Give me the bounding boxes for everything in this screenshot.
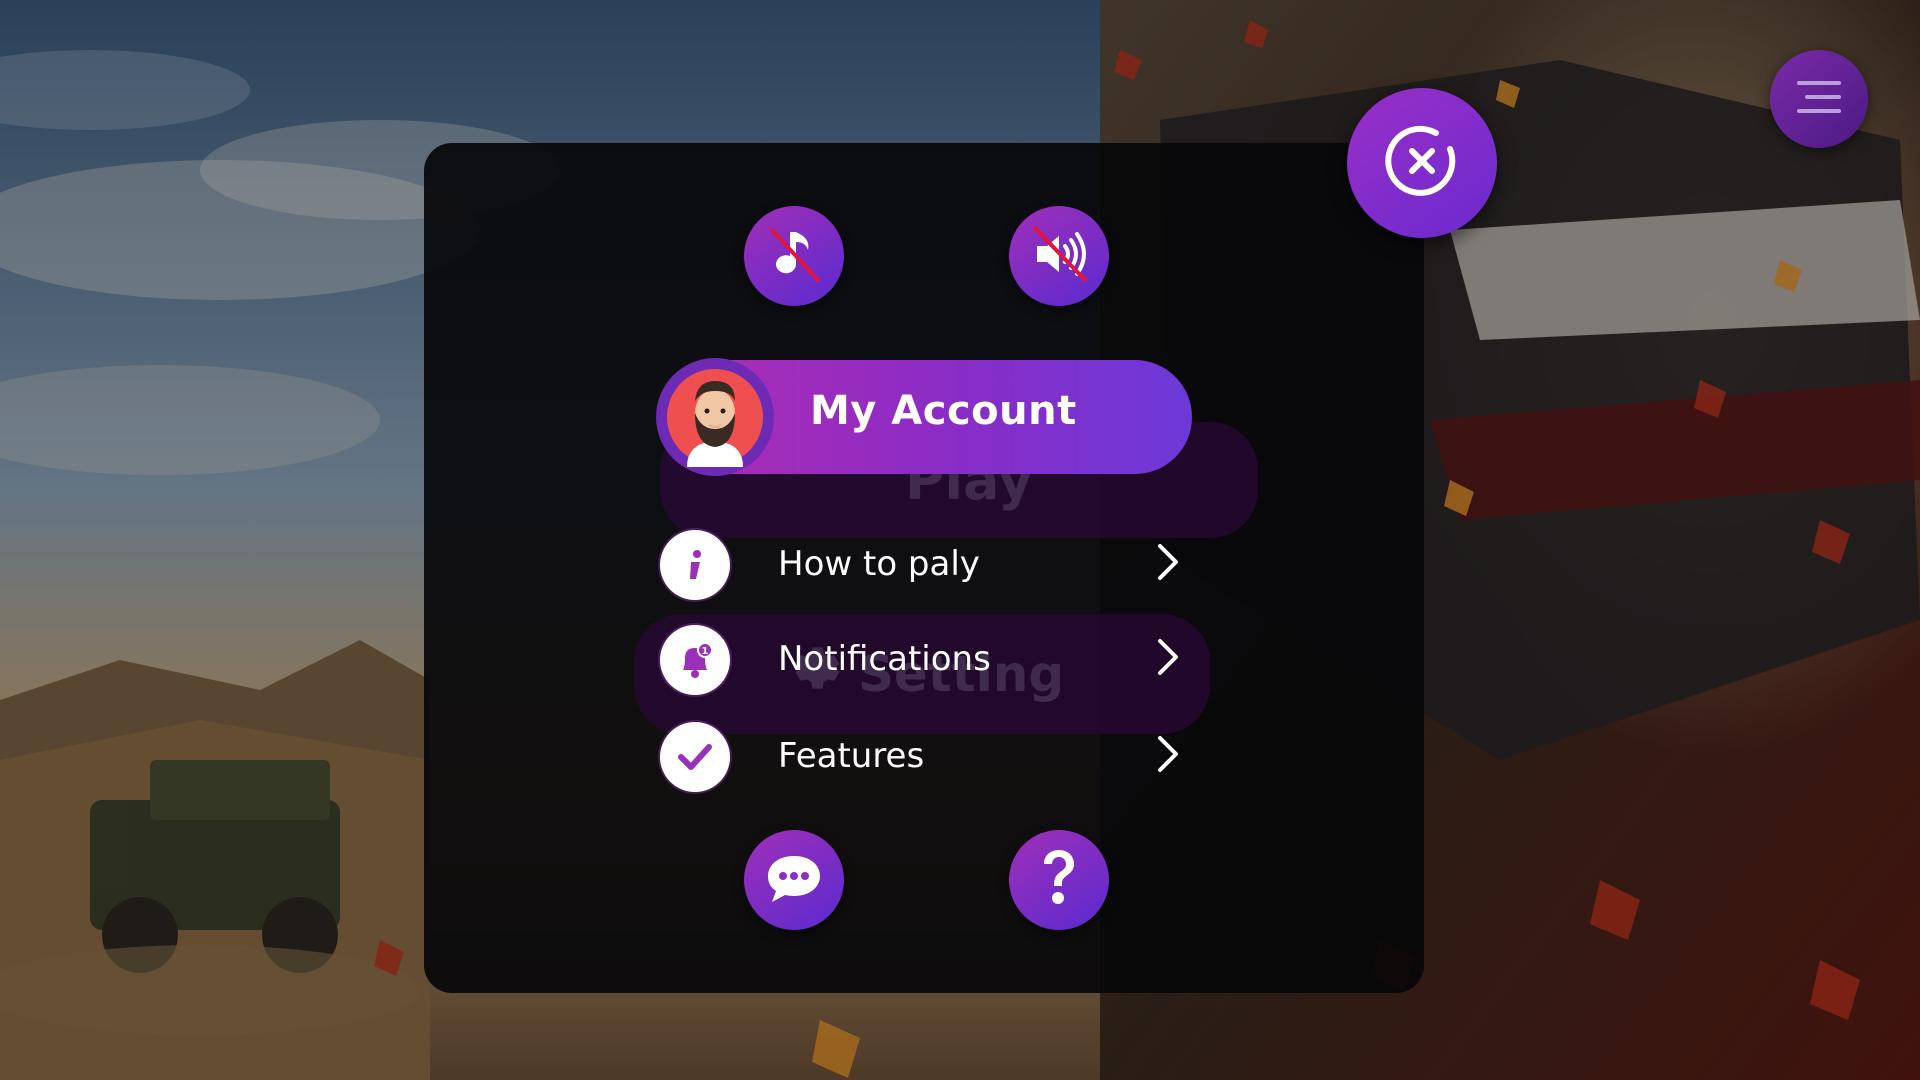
sound-muted-icon [1019,214,1099,298]
bell-icon: 1 [660,625,730,695]
chevron-right-icon [1154,635,1184,683]
check-icon [660,722,730,792]
chevron-right-icon [1154,732,1184,780]
svg-text:1: 1 [702,646,709,657]
menu-item-how-to-play[interactable]: How to paly [660,530,1190,602]
hamburger-icon [1793,77,1845,121]
help-button[interactable] [1009,830,1109,930]
close-icon [1380,119,1464,207]
chevron-right-icon [1154,540,1184,588]
hamburger-menu-button[interactable] [1770,50,1868,148]
chat-icon [764,850,824,910]
menu-item-label: How to paly [778,544,980,584]
music-toggle-button[interactable] [744,206,844,306]
my-account-label: My Account [810,388,1077,434]
menu-item-features[interactable]: Features [660,722,1190,794]
menu-item-label: Notifications [778,639,991,679]
menu-item-label: Features [778,736,925,776]
music-muted-icon [754,214,834,298]
info-icon [660,530,730,600]
sound-toggle-button[interactable] [1009,206,1109,306]
help-icon [1034,846,1084,914]
avatar[interactable] [656,358,774,476]
chat-button[interactable] [744,830,844,930]
close-button[interactable] [1347,88,1497,238]
menu-item-notifications[interactable]: 1 Notifications [660,625,1190,697]
